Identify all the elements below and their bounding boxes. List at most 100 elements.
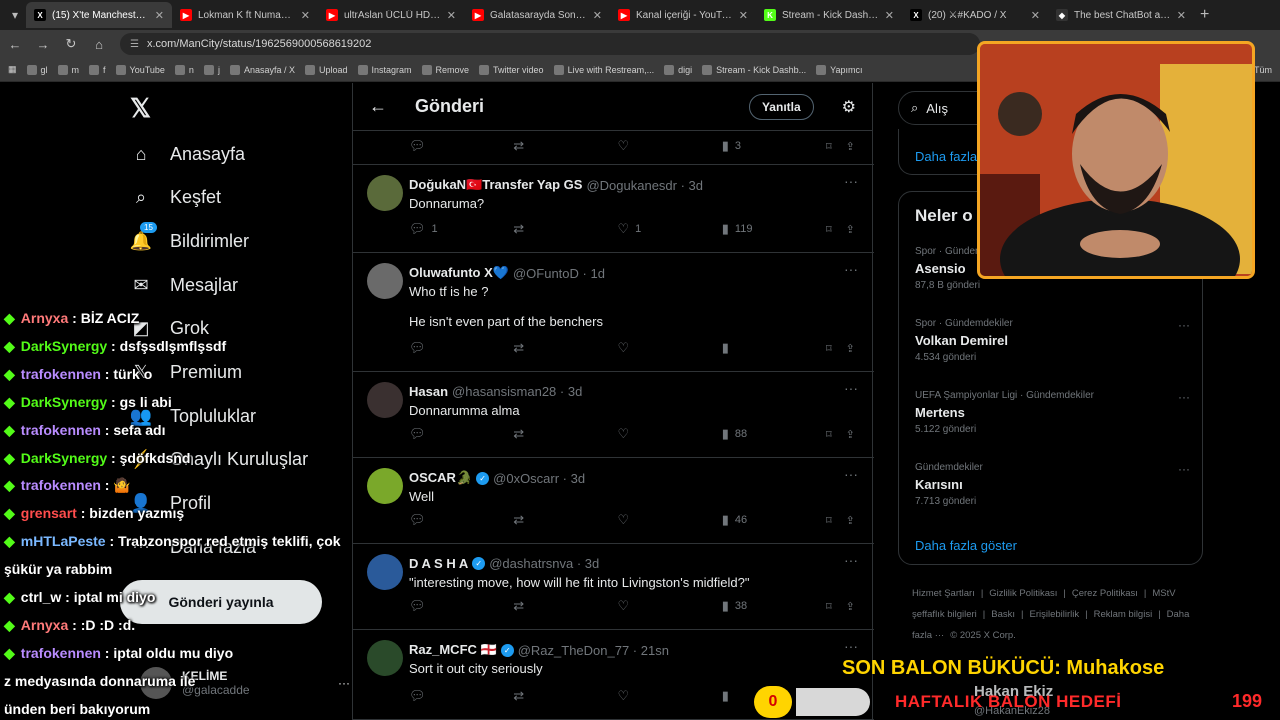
reply-action[interactable]: 💬︎ 1 [409, 221, 459, 237]
share-icon[interactable]: ⇪ [846, 514, 855, 527]
new-tab-button[interactable]: + [1200, 6, 1209, 24]
share-icon[interactable]: ⇪ [846, 428, 855, 441]
trend-item[interactable]: Spor · Gündemdekiler Volkan Demirel 4.534 … [915, 318, 1190, 363]
bookmark-item[interactable]: digi [664, 64, 692, 75]
footer-link[interactable]: Erişilebilirlik [1029, 609, 1079, 620]
bookmark-item[interactable]: j [203, 64, 220, 75]
bookmark-item[interactable]: Upload [304, 64, 348, 75]
more-icon[interactable]: ··· [844, 466, 858, 482]
browser-tab[interactable]: ◆ The best ChatBot and Wi ✕ [1048, 2, 1194, 28]
tweet-author-name[interactable]: Raz_MCFC 🏴󠁧󠁢󠁥󠁮󠁧󠁿 [409, 642, 497, 658]
close-tab-icon[interactable]: ✕ [593, 9, 602, 22]
browser-tab[interactable]: ▶ Kanal içeriği - YouTube St ✕ [610, 2, 756, 28]
url-field[interactable]: ☰ x.com/ManCity/status/19625690005686192… [120, 33, 980, 55]
repost-action[interactable]: ⇄ [513, 221, 563, 237]
views-action[interactable]: ▮ 88 [722, 426, 772, 442]
all-bookmarks[interactable]: Tüm [1254, 65, 1272, 75]
apps-icon[interactable]: ▦ [8, 64, 17, 75]
reply-icon[interactable]: 💬︎ [409, 138, 459, 154]
more-icon[interactable]: ··· [338, 676, 350, 690]
bookmark-item[interactable]: Live with Restream,... [553, 64, 654, 75]
reply-tweet[interactable]: OSCAR🐊 ✓ @0xOscarr · 3d ··· Well 💬︎ ⇄ ♡ ▮ 46 ⌑ ⇪ [353, 458, 874, 544]
reply-tweet[interactable]: DoğukaN🇹🇷Transfer Yap GS @Dogukanesdr · 3… [353, 165, 874, 253]
footer-link[interactable]: Çerez Politikası [1072, 588, 1138, 599]
bookmark-icon[interactable]: ⌑ [826, 342, 832, 355]
repost-action[interactable]: ⇄ [513, 512, 563, 528]
reply-action[interactable]: 💬︎ [409, 688, 459, 704]
bookmark-item[interactable]: f [89, 64, 106, 75]
nav-item-anasayfa[interactable]: ⌂ Anasayfa [130, 143, 246, 165]
bookmark-icon[interactable]: ⌑ [826, 600, 832, 613]
home-browser-icon[interactable]: ⌂ [92, 37, 106, 52]
repost-action[interactable]: ⇄ [513, 688, 563, 704]
footer-link[interactable]: © 2025 X Corp. [950, 630, 1016, 641]
trend-item[interactable]: Gündemdekiler Karısını 7.713 gönderi ··· [915, 462, 1190, 507]
views-action[interactable]: ▮ 46 [722, 512, 772, 528]
repost-action[interactable]: ⇄ [513, 340, 563, 356]
tweet-author-name[interactable]: Oluwafunto X💙 [409, 265, 509, 281]
like-icon[interactable]: ♡ [618, 138, 668, 154]
bookmark-item[interactable]: Remove [421, 64, 469, 75]
bookmark-item[interactable]: Stream - Kick Dashb... [702, 64, 806, 75]
avatar[interactable] [367, 263, 403, 299]
footer-link[interactable]: Hizmet Şartları [912, 588, 975, 599]
tweet-handle[interactable]: @hasansisman28 · 3d [452, 384, 582, 399]
repost-action[interactable]: ⇄ [513, 598, 563, 614]
browser-tab[interactable]: X (20) ⚔#KADO / X ✕ [902, 2, 1048, 28]
more-icon[interactable]: ··· [1178, 390, 1190, 404]
browser-tab[interactable]: ▶ ultrAslan ÜCLÜ HD - YouT ✕ [318, 2, 464, 28]
footer-link[interactable]: Gizlilik Politikası [989, 588, 1057, 599]
reply-action[interactable]: 💬︎ [409, 340, 459, 356]
tweet-handle[interactable]: @Raz_TheDon_77 · 21sn [518, 643, 669, 658]
avatar[interactable] [367, 468, 403, 504]
share-icon[interactable]: ⇪ [846, 600, 855, 613]
like-action[interactable]: ♡ [618, 598, 668, 614]
more-icon[interactable]: ··· [844, 638, 858, 654]
bookmark-icon[interactable]: ⌑ [826, 514, 832, 527]
bookmark-icon[interactable]: ⌑ [826, 140, 832, 153]
close-tab-icon[interactable]: ✕ [301, 9, 310, 22]
tweet-handle[interactable]: @dashatrsnva · 3d [489, 556, 599, 571]
avatar[interactable] [367, 382, 403, 418]
close-tab-icon[interactable]: ✕ [447, 9, 456, 22]
footer-link[interactable]: Reklam bilgisi [1094, 609, 1153, 620]
tweet-handle[interactable]: @0xOscarr · 3d [493, 471, 585, 486]
more-icon[interactable]: ··· [844, 261, 858, 277]
more-icon[interactable]: ··· [844, 173, 858, 189]
bookmark-item[interactable]: YouTube [115, 64, 165, 75]
repost-action[interactable]: ⇄ [513, 426, 563, 442]
close-tab-icon[interactable]: ✕ [1031, 9, 1040, 22]
tweet-author-name[interactable]: Hasan [409, 384, 448, 399]
reply-action[interactable]: 💬︎ [409, 598, 459, 614]
close-tab-icon[interactable]: ✕ [739, 9, 748, 22]
views-action[interactable]: ▮ [722, 340, 772, 356]
close-tab-icon[interactable]: ✕ [885, 9, 894, 22]
footer-link[interactable]: Baskı [991, 609, 1015, 620]
x-logo-icon[interactable]: 𝕏 [130, 93, 151, 124]
nav-item-mesajlar[interactable]: ✉ Mesajlar [130, 274, 238, 296]
bookmark-icon[interactable]: ⌑ [826, 223, 832, 236]
bookmark-item[interactable]: Yapımcı [816, 64, 863, 75]
forward-icon[interactable]: → [36, 37, 50, 52]
more-icon[interactable]: ··· [844, 380, 858, 396]
bookmark-item[interactable]: gl [26, 64, 48, 75]
more-icon[interactable]: ··· [1178, 462, 1190, 476]
like-action[interactable]: ♡ [618, 340, 668, 356]
reply-button[interactable]: Yanıtla [748, 93, 814, 120]
back-arrow-icon[interactable]: ← [369, 96, 387, 117]
browser-tab[interactable]: K Stream - Kick Dashboard ✕ [756, 2, 902, 28]
views-action[interactable]: ▮ 38 [722, 598, 772, 614]
reply-tweet[interactable]: Hasan @hasansisman28 · 3d ··· Donnarumma al… [353, 372, 874, 458]
tweet-author-name[interactable]: DoğukaN🇹🇷Transfer Yap GS [409, 177, 582, 193]
close-tab-icon[interactable]: ✕ [155, 9, 164, 22]
more-icon[interactable]: ··· [844, 552, 858, 568]
share-icon[interactable]: ⇪ [846, 140, 855, 153]
views-action[interactable]: ▮ 119 [722, 221, 772, 237]
share-icon[interactable]: ⇪ [846, 223, 855, 236]
reply-action[interactable]: 💬︎ [409, 512, 459, 528]
browser-tab[interactable]: ▶ Lokman K ft Numan K - Y ✕ [172, 2, 318, 28]
avatar[interactable] [367, 175, 403, 211]
tweet-author-name[interactable]: OSCAR🐊 [409, 470, 472, 486]
browser-tab[interactable]: X (15) X'te Manchester City: ✕ [26, 2, 172, 28]
show-more-link[interactable]: Daha fazla [915, 149, 977, 164]
